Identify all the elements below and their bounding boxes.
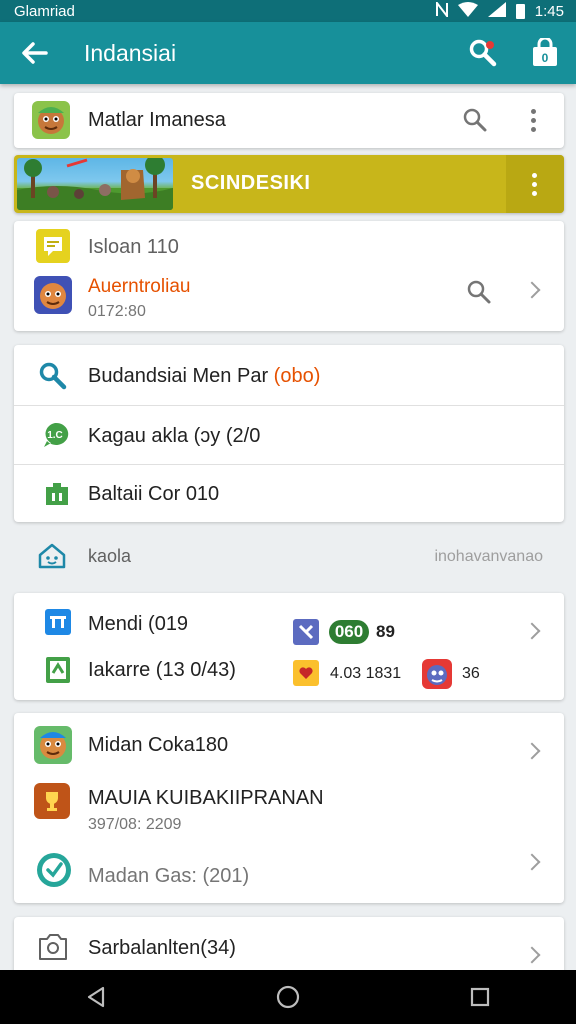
svg-text:1.C: 1.C xyxy=(47,430,63,441)
account-label: Isloan 110 xyxy=(88,236,179,258)
system-nav-bar xyxy=(0,970,576,1024)
section-label: kaola xyxy=(88,546,132,566)
nav-home-button[interactable] xyxy=(258,970,318,1024)
header-card[interactable]: Matlar Imanesa xyxy=(14,93,564,148)
chevron-right-icon[interactable] xyxy=(523,946,541,964)
game-character-icon xyxy=(422,659,452,689)
nav-back-button[interactable] xyxy=(66,970,126,1024)
home-outline-icon xyxy=(36,541,68,576)
carrier-label: Glamriad xyxy=(14,2,75,20)
battery-icon xyxy=(515,3,525,19)
page-title: Indansiai xyxy=(84,39,177,66)
stats-row1-value: 89 xyxy=(376,622,395,641)
profile-row1-label[interactable]: Midan Coka180 xyxy=(88,734,228,757)
chevron-right-icon[interactable] xyxy=(523,622,541,640)
nav-recents-button[interactable] xyxy=(450,970,510,1024)
bag-button[interactable]: 0 xyxy=(514,22,576,84)
stats-card[interactable]: Mendi (019 060 89 Iakarre (13 0/43) 4.03… xyxy=(14,593,564,700)
options-card: Budandsiai Men Par (obo) 1.C Kagau akla … xyxy=(14,345,564,522)
banner-more-icon xyxy=(532,172,538,196)
nfc-icon xyxy=(435,0,448,21)
banner-title: SCINDESIKI xyxy=(191,172,311,194)
status-bar: Glamriad 1:45 xyxy=(0,0,576,22)
square-recents-icon xyxy=(470,987,490,1007)
account-card: Isloan 110 Auerntroliau 0172:80 xyxy=(14,221,564,331)
back-button[interactable] xyxy=(0,22,70,84)
magnifier-icon xyxy=(38,361,68,396)
header-title: Matlar Imanesa xyxy=(88,109,226,131)
list-item[interactable]: Budandsiai Men Par (obo) xyxy=(14,345,564,405)
profile-row3-label[interactable]: Madan Gas: (201) xyxy=(88,865,249,888)
banner-art xyxy=(17,158,173,210)
stats-row2-label: Iakarre (13 0/43) xyxy=(88,659,236,681)
promo-banner[interactable]: SCINDESIKI xyxy=(14,155,564,213)
back-arrow-icon xyxy=(22,42,48,64)
list-item[interactable]: Baltaii Cor 010 xyxy=(14,465,564,522)
camera-icon xyxy=(36,931,70,968)
stats-row2-count: 36 xyxy=(462,665,480,682)
stats-row2-value: 4.03 1831 xyxy=(330,665,402,682)
check-circle-icon xyxy=(36,852,72,893)
window-icon xyxy=(44,608,72,641)
header-search-icon[interactable] xyxy=(462,107,488,138)
search-button[interactable] xyxy=(452,22,514,84)
list-item-label: Budandsiai Men Par (obo) xyxy=(88,365,320,388)
list-item-label: Kagau akla (ɔy (2/0 xyxy=(88,425,261,447)
profile-avatar-icon xyxy=(34,726,72,764)
game-title[interactable]: Auerntroliau xyxy=(88,276,190,298)
footer-label: Sarbalanlten(34) xyxy=(88,937,236,959)
chevron-right-icon[interactable] xyxy=(523,853,541,871)
list-item-accent: (obo) xyxy=(273,365,321,387)
footer-card[interactable]: Sarbalanlten(34) xyxy=(14,917,564,977)
shopping-bag-icon: 0 xyxy=(533,38,557,66)
score-badge: 060 xyxy=(329,620,369,644)
signal-icon xyxy=(487,1,506,21)
chat-bubble-icon: 1.C xyxy=(41,421,69,454)
list-item-label: Baltaii Cor 010 xyxy=(88,483,220,505)
profile-row2-sub: 397/08: 2209 xyxy=(88,816,182,833)
game-search-icon[interactable] xyxy=(466,279,492,310)
svg-text:0: 0 xyxy=(542,51,549,65)
stats-row1-label: Mendi (019 xyxy=(88,613,189,635)
app-bar: Indansiai 0 xyxy=(0,22,576,84)
game-subtitle: 0172:80 xyxy=(88,303,146,320)
heart-icon xyxy=(293,660,319,686)
list-item[interactable]: 1.C Kagau akla (ɔy (2/0 xyxy=(14,406,564,464)
wifi-icon xyxy=(457,1,478,21)
header-more-icon[interactable] xyxy=(531,109,537,132)
chevron-right-icon[interactable] xyxy=(523,281,541,299)
clock-label: 1:45 xyxy=(534,2,564,20)
chevron-right-icon[interactable] xyxy=(523,742,541,760)
profile-row2-title: MAUIA KUIBAKIIPRANAN xyxy=(88,787,324,809)
circle-home-icon xyxy=(276,985,300,1009)
section-right-label: inohavanvanao xyxy=(434,548,543,565)
profile-card: Midan Coka180 MAUIA KUIBAKIIPRANAN 397/0… xyxy=(14,713,564,903)
game-avatar-icon xyxy=(34,276,72,314)
list-item-text: Budandsiai Men Par xyxy=(88,365,274,387)
trophy-icon xyxy=(34,783,70,819)
document-icon xyxy=(44,655,72,690)
banner-more-button[interactable] xyxy=(506,155,564,213)
app-avatar-icon xyxy=(32,101,70,139)
puzzle-app-icon xyxy=(293,619,319,645)
search-icon xyxy=(469,39,497,67)
puzzle-icon xyxy=(44,481,70,512)
status-icons: 1:45 xyxy=(435,0,564,21)
note-icon xyxy=(36,229,70,263)
triangle-back-icon xyxy=(87,986,105,1008)
